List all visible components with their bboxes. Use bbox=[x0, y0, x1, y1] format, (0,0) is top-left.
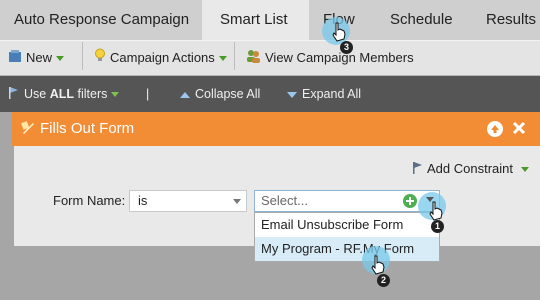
new-label: New bbox=[26, 50, 53, 65]
step-marker-1: 1 bbox=[431, 220, 444, 233]
flag-icon bbox=[8, 86, 20, 103]
collapse-all-label: Collapse All bbox=[195, 87, 261, 101]
use-filters-suffix: filters bbox=[77, 87, 108, 101]
left-gutter bbox=[0, 112, 12, 300]
step-marker-3: 3 bbox=[340, 41, 353, 54]
chevron-down-icon bbox=[56, 56, 65, 62]
operator-select[interactable]: is bbox=[129, 190, 247, 212]
expand-all-label: Expand All bbox=[302, 87, 362, 101]
use-filters-bold: ALL bbox=[49, 87, 75, 101]
arrow-up-icon bbox=[491, 125, 499, 133]
add-constraint-label: Add Constraint bbox=[427, 161, 513, 176]
remove-filter-button[interactable] bbox=[511, 120, 527, 136]
form-option-my-program[interactable]: My Program - RF.My Form bbox=[255, 237, 439, 261]
chevron-down-icon bbox=[111, 92, 120, 98]
filter-panel-title: Fills Out Form bbox=[40, 120, 135, 137]
divider bbox=[234, 42, 235, 70]
tab-schedule[interactable]: Schedule bbox=[390, 0, 453, 40]
plus-icon bbox=[406, 197, 414, 205]
form-select-placeholder: Select... bbox=[261, 193, 308, 208]
new-button[interactable]: New bbox=[8, 48, 65, 69]
tab-auto-response-campaign[interactable]: Auto Response Campaign bbox=[14, 0, 189, 40]
chevron-down-icon bbox=[233, 199, 241, 204]
members-icon bbox=[246, 49, 261, 69]
chevron-down-icon bbox=[218, 56, 227, 62]
divider bbox=[82, 42, 83, 70]
tab-results[interactable]: Results bbox=[486, 0, 536, 40]
operator-value: is bbox=[138, 193, 148, 208]
step-marker-2: 2 bbox=[377, 274, 390, 287]
view-members-label: View Campaign Members bbox=[265, 50, 414, 65]
form-filter-icon bbox=[20, 120, 36, 139]
expand-icon bbox=[287, 91, 297, 98]
collapse-all-link[interactable]: Collapse All bbox=[180, 86, 260, 102]
flag-icon bbox=[412, 161, 424, 178]
form-name-label: Form Name: bbox=[53, 193, 126, 208]
campaign-actions-label: Campaign Actions bbox=[110, 50, 215, 65]
use-filters-prefix: Use bbox=[24, 87, 47, 101]
use-all-filters-dropdown[interactable]: Use ALL filters bbox=[8, 86, 120, 103]
lightbulb-icon bbox=[94, 48, 106, 69]
new-icon bbox=[8, 49, 22, 69]
add-constraint-button[interactable]: Add Constraint bbox=[412, 161, 529, 177]
expand-all-link[interactable]: Expand All bbox=[287, 86, 361, 102]
form-option-email-unsubscribe[interactable]: Email Unsubscribe Form bbox=[255, 213, 439, 237]
collapse-icon bbox=[180, 91, 190, 98]
tab-smart-list[interactable]: Smart List bbox=[220, 0, 288, 40]
filter-separator: | bbox=[146, 87, 150, 101]
campaign-actions-button[interactable]: Campaign Actions bbox=[94, 48, 227, 68]
chevron-down-icon bbox=[521, 167, 529, 173]
move-up-button[interactable] bbox=[487, 121, 503, 137]
view-campaign-members-button[interactable]: View Campaign Members bbox=[246, 48, 414, 68]
add-value-button[interactable] bbox=[403, 194, 417, 208]
close-icon bbox=[512, 121, 526, 135]
